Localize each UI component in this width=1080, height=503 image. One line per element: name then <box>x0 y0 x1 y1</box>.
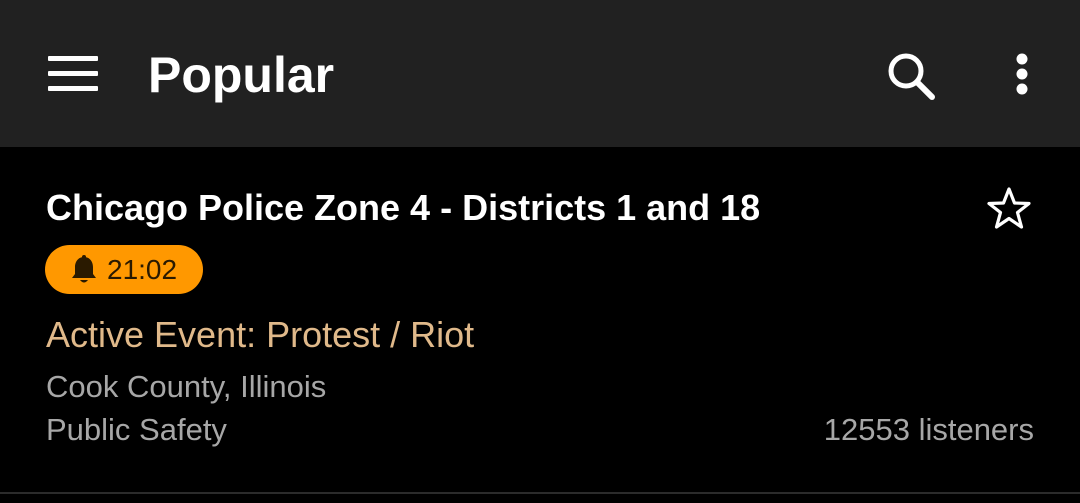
list-divider <box>0 492 1080 494</box>
genre-text: Public Safety <box>46 412 227 447</box>
star-outline-icon <box>987 187 1031 229</box>
alert-time: 21:02 <box>107 253 178 285</box>
location-text: Cook County, Illinois <box>46 369 327 404</box>
app-bar: Popular <box>0 0 1080 147</box>
active-event-text: Active Event: Protest / Riot <box>46 314 475 355</box>
alert-badge: 21:02 <box>45 245 203 294</box>
search-icon <box>888 53 935 100</box>
favorite-button[interactable] <box>984 184 1034 234</box>
hamburger-menu-icon <box>48 56 98 91</box>
bell-icon <box>72 254 96 282</box>
more-options-button[interactable] <box>998 44 1046 108</box>
page-title: Popular <box>148 47 335 103</box>
search-button[interactable] <box>880 44 944 108</box>
more-vert-icon <box>1016 53 1028 95</box>
feed-title: Chicago Police Zone 4 - Districts 1 and … <box>46 187 761 228</box>
listener-count: 12553 listeners <box>823 412 1034 447</box>
menu-button[interactable] <box>40 46 104 100</box>
